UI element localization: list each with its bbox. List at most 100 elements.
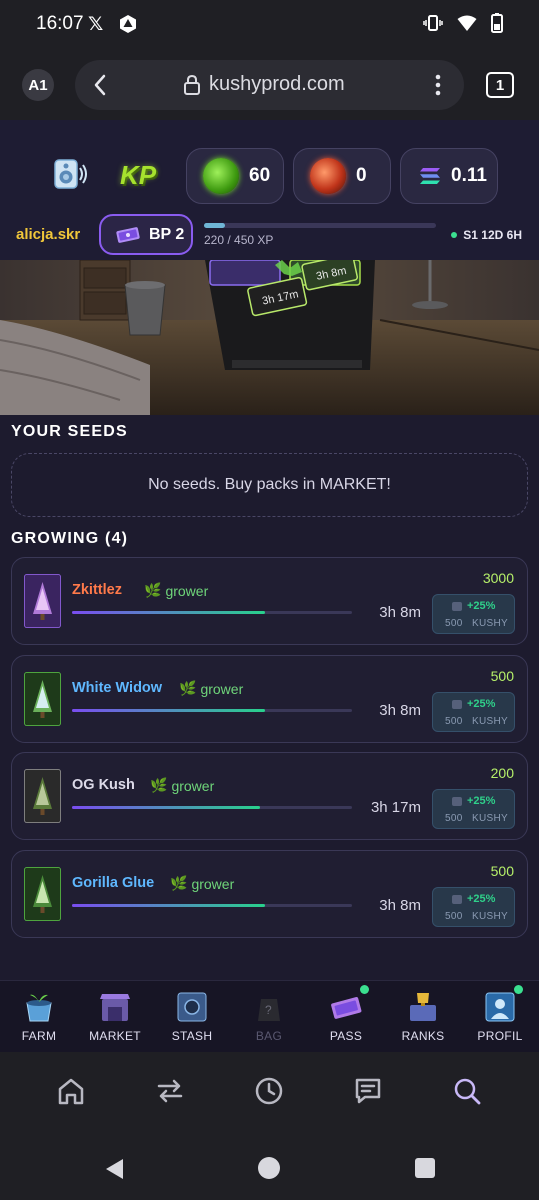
plant-role: 🌿 grower (179, 680, 243, 697)
lock-icon (184, 74, 200, 95)
profile-avatar[interactable]: A1 (22, 69, 54, 101)
boost-button[interactable]: +25% 500 KUSHY (432, 594, 515, 634)
browser-toolbar-top: A1 kushyprod.com 1 (0, 50, 539, 120)
nav-stash[interactable]: STASH (157, 991, 227, 1043)
speaker-icon[interactable] (52, 158, 90, 190)
season-timer: S1 12D 6H (451, 228, 522, 242)
plant-role-label: grower (171, 777, 215, 794)
boost-percent: +25% (467, 698, 496, 710)
boost-icon (452, 700, 462, 709)
kp-red-coin-icon (310, 158, 346, 194)
boost-unit: KUSHY (472, 911, 508, 922)
currency-value: 0 (356, 165, 367, 186)
reward-value: 500 (490, 668, 514, 684)
game-bottom-nav: FARM MARKET STASH ? BAG PASS RANKS PROFI… (0, 980, 539, 1052)
plant-role-label: grower (165, 582, 209, 599)
growth-progress-bar (72, 904, 352, 907)
empty-seeds-message: No seeds. Buy packs in MARKET! (11, 453, 528, 517)
home-icon[interactable] (56, 1076, 86, 1106)
swap-icon[interactable] (155, 1076, 185, 1106)
system-nav-bar (0, 1140, 539, 1200)
growth-progress-fill (72, 709, 266, 712)
growth-progress-fill (72, 904, 266, 907)
x-icon: 𝕏 (88, 14, 104, 35)
currency-value: 0.11 (451, 165, 487, 186)
plant-card-image (24, 672, 61, 726)
bp-label: BP 2 (149, 225, 185, 243)
address-bar[interactable]: kushyprod.com (75, 60, 464, 110)
plant-role-label: grower (200, 680, 244, 697)
xp-progress-bar (204, 223, 436, 228)
nav-label: PROFIL (477, 1029, 523, 1043)
pass-icon (331, 997, 362, 1019)
market-icon (100, 994, 130, 1021)
kp-green-coin-icon (203, 158, 239, 194)
boost-button[interactable]: +25% 500 KUSHY (432, 887, 515, 927)
nav-farm[interactable]: FARM (4, 991, 74, 1043)
nav-pass[interactable]: PASS (311, 985, 381, 1043)
back-icon[interactable] (93, 73, 107, 97)
currency-kp-green[interactable]: 60 (186, 148, 284, 204)
vibrate-icon (423, 15, 443, 31)
system-back-icon[interactable] (103, 1157, 125, 1181)
nav-market[interactable]: MARKET (80, 991, 150, 1043)
leaf-icon: 🌿 (179, 680, 197, 696)
status-time: 16:07 (36, 13, 84, 34)
username[interactable]: alicja.skr (16, 226, 80, 243)
search-icon[interactable] (452, 1076, 482, 1106)
boost-icon (452, 602, 462, 611)
bag-icon: ? (258, 999, 280, 1021)
plant-name: Gorilla Glue (72, 875, 155, 891)
nav-profil[interactable]: PROFIL (465, 985, 535, 1043)
url-text[interactable]: kushyprod.com (209, 73, 345, 96)
growing-card[interactable]: Zkittlez 🌿 grower 3h 8m 3000 +25% 500 KU… (11, 557, 528, 645)
chat-icon[interactable] (353, 1076, 383, 1106)
season-text: S1 12D 6H (463, 228, 522, 242)
xp-text: 220 / 450 XP (204, 233, 274, 247)
boost-icon (452, 797, 462, 806)
boost-amount: 500 (445, 716, 463, 727)
boost-amount: 500 (445, 813, 463, 824)
browser-toolbar-bottom (0, 1052, 539, 1140)
nav-bag[interactable]: ? BAG (234, 991, 304, 1043)
nav-label: STASH (171, 1029, 213, 1043)
battle-pass-badge[interactable]: BP 2 (99, 214, 193, 255)
history-icon[interactable] (254, 1076, 284, 1106)
reward-value: 200 (490, 765, 514, 781)
growth-progress-bar (72, 611, 352, 614)
boost-unit: KUSHY (472, 618, 508, 629)
plant-role: 🌿 grower (170, 875, 234, 892)
growing-card[interactable]: OG Kush 🌿 grower 3h 17m 200 +25% 500 KUS… (11, 752, 528, 840)
status-right-icons (423, 13, 503, 33)
growth-progress-fill (72, 611, 266, 614)
stash-icon (177, 992, 207, 1022)
plant-role: 🌿 grower (144, 582, 208, 599)
growing-card[interactable]: White Widow 🌿 grower 3h 8m 500 +25% 500 … (11, 655, 528, 743)
plant-name: Zkittlez (72, 582, 122, 598)
currency-value: 60 (249, 165, 271, 186)
growth-progress-bar (72, 806, 352, 809)
tab-switcher-button[interactable]: 1 (486, 72, 514, 98)
nav-label: RANKS (401, 1029, 445, 1043)
system-home-icon[interactable] (257, 1156, 281, 1180)
growing-card[interactable]: Gorilla Glue 🌿 grower 3h 8m 500 +25% 500… (11, 850, 528, 938)
boost-percent: +25% (467, 795, 496, 807)
boost-button[interactable]: +25% 500 KUSHY (432, 789, 515, 829)
boost-button[interactable]: +25% 500 KUSHY (432, 692, 515, 732)
boost-percent: +25% (467, 600, 496, 612)
solana-icon (420, 168, 440, 184)
nav-ranks[interactable]: RANKS (388, 991, 458, 1043)
system-recents-icon[interactable] (414, 1157, 436, 1179)
notification-dot (514, 985, 523, 994)
growing-title: GROWING (4) (11, 530, 129, 547)
notification-dot (360, 985, 369, 994)
wifi-icon (457, 15, 477, 31)
more-options-icon[interactable] (433, 73, 443, 97)
currency-solana[interactable]: 0.11 (400, 148, 498, 204)
growth-progress-bar (72, 709, 352, 712)
plant-role-label: grower (191, 875, 235, 892)
currency-kp-red[interactable]: 0 (293, 148, 391, 204)
profile-icon (485, 992, 515, 1022)
growth-progress-fill (72, 806, 260, 809)
nav-label: BAG (255, 1029, 283, 1043)
